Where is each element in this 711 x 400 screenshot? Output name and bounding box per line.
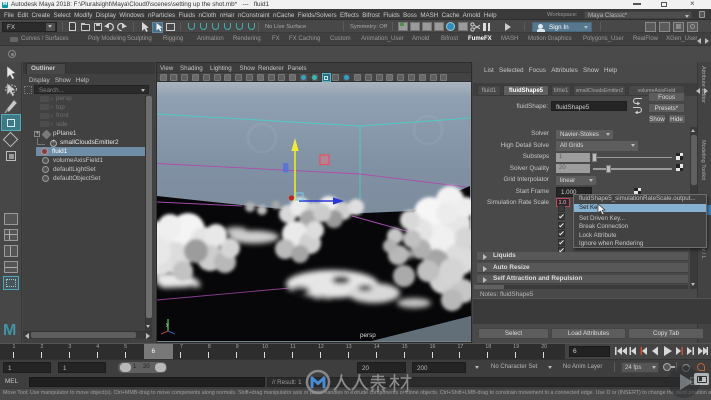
svg-text:persp: persp: [360, 332, 376, 339]
